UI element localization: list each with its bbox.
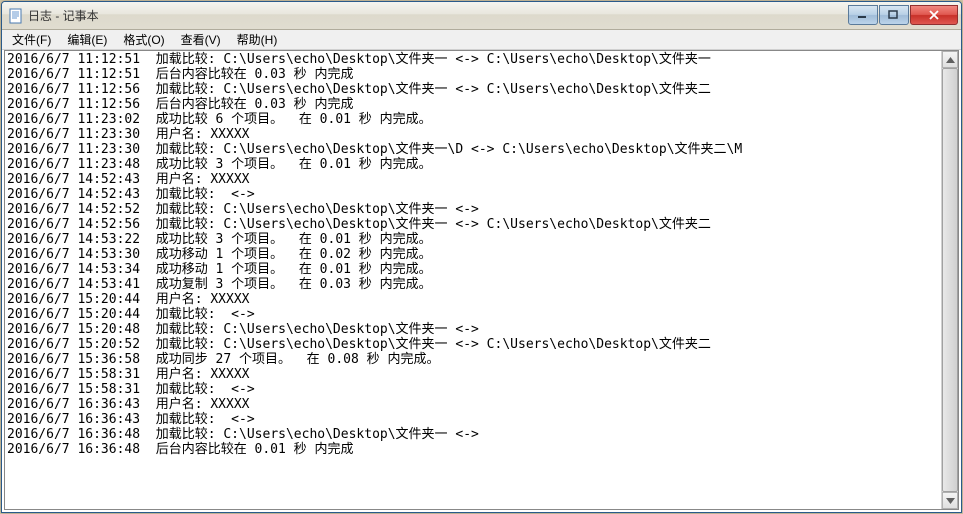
log-line: 2016/6/7 11:23:30 用户名: XXXXX	[7, 127, 939, 142]
log-line: 2016/6/7 14:52:56 加载比较: C:\Users\echo\De…	[7, 217, 939, 232]
minimize-button[interactable]	[848, 5, 878, 25]
log-line: 2016/6/7 11:12:51 加载比较: C:\Users\echo\De…	[7, 52, 939, 67]
log-line: 2016/6/7 11:23:02 成功比较 6 个项目。 在 0.01 秒 内…	[7, 112, 939, 127]
chevron-up-icon	[946, 57, 955, 63]
log-line: 2016/6/7 15:36:58 成功同步 27 个项目。 在 0.08 秒 …	[7, 352, 939, 367]
log-line: 2016/6/7 11:23:48 成功比较 3 个项目。 在 0.01 秒 内…	[7, 157, 939, 172]
log-line: 2016/6/7 14:53:30 成功移动 1 个项目。 在 0.02 秒 内…	[7, 247, 939, 262]
menu-help[interactable]: 帮助(H)	[229, 30, 286, 49]
log-line: 2016/6/7 11:23:30 加载比较: C:\Users\echo\De…	[7, 142, 939, 157]
log-line: 2016/6/7 15:20:48 加载比较: C:\Users\echo\De…	[7, 322, 939, 337]
close-icon	[928, 10, 940, 20]
window-controls	[848, 6, 958, 25]
menubar: 文件(F) 编辑(E) 格式(O) 查看(V) 帮助(H)	[2, 30, 961, 50]
scroll-track[interactable]	[942, 68, 958, 492]
scroll-thumb[interactable]	[942, 68, 958, 492]
log-line: 2016/6/7 16:36:48 后台内容比较在 0.01 秒 内完成	[7, 442, 939, 457]
maximize-button[interactable]	[879, 5, 909, 25]
log-line: 2016/6/7 15:20:52 加载比较: C:\Users\echo\De…	[7, 337, 939, 352]
vertical-scrollbar[interactable]	[941, 51, 958, 509]
client-area: 2016/6/7 11:12:51 加载比较: C:\Users\echo\De…	[4, 50, 959, 510]
log-line: 2016/6/7 16:36:43 加载比较: <->	[7, 412, 939, 427]
maximize-icon	[888, 10, 900, 20]
log-line: 2016/6/7 15:20:44 用户名: XXXXX	[7, 292, 939, 307]
titlebar[interactable]: 日志 - 记事本	[2, 2, 961, 30]
log-line: 2016/6/7 16:36:43 用户名: XXXXX	[7, 397, 939, 412]
close-button[interactable]	[910, 5, 958, 25]
notepad-window: 日志 - 记事本 文件(F) 编辑(E) 格式(O) 查看(V) 帮助(H) 2…	[1, 1, 962, 513]
log-line: 2016/6/7 11:12:56 加载比较: C:\Users\echo\De…	[7, 82, 939, 97]
scroll-down-button[interactable]	[942, 492, 958, 509]
log-line: 2016/6/7 15:58:31 用户名: XXXXX	[7, 367, 939, 382]
menu-file[interactable]: 文件(F)	[4, 30, 59, 49]
log-line: 2016/6/7 14:53:34 成功移动 1 个项目。 在 0.01 秒 内…	[7, 262, 939, 277]
log-line: 2016/6/7 14:52:43 用户名: XXXXX	[7, 172, 939, 187]
log-line: 2016/6/7 16:36:48 加载比较: C:\Users\echo\De…	[7, 427, 939, 442]
menu-view[interactable]: 查看(V)	[173, 30, 229, 49]
notepad-icon	[8, 8, 24, 24]
scroll-up-button[interactable]	[942, 51, 958, 68]
log-line: 2016/6/7 15:20:44 加载比较: <->	[7, 307, 939, 322]
chevron-down-icon	[946, 498, 955, 504]
text-area[interactable]: 2016/6/7 11:12:51 加载比较: C:\Users\echo\De…	[5, 51, 941, 509]
log-line: 2016/6/7 11:12:51 后台内容比较在 0.03 秒 内完成	[7, 67, 939, 82]
minimize-icon	[857, 10, 869, 20]
log-line: 2016/6/7 15:58:31 加载比较: <->	[7, 382, 939, 397]
log-line: 2016/6/7 14:53:22 成功比较 3 个项目。 在 0.01 秒 内…	[7, 232, 939, 247]
log-line: 2016/6/7 14:53:41 成功复制 3 个项目。 在 0.03 秒 内…	[7, 277, 939, 292]
menu-edit[interactable]: 编辑(E)	[59, 30, 115, 49]
log-line: 2016/6/7 14:52:52 加载比较: C:\Users\echo\De…	[7, 202, 939, 217]
log-line: 2016/6/7 14:52:43 加载比较: <->	[7, 187, 939, 202]
log-line: 2016/6/7 11:12:56 后台内容比较在 0.03 秒 内完成	[7, 97, 939, 112]
menu-format[interactable]: 格式(O)	[115, 30, 172, 49]
window-title: 日志 - 记事本	[28, 7, 848, 24]
